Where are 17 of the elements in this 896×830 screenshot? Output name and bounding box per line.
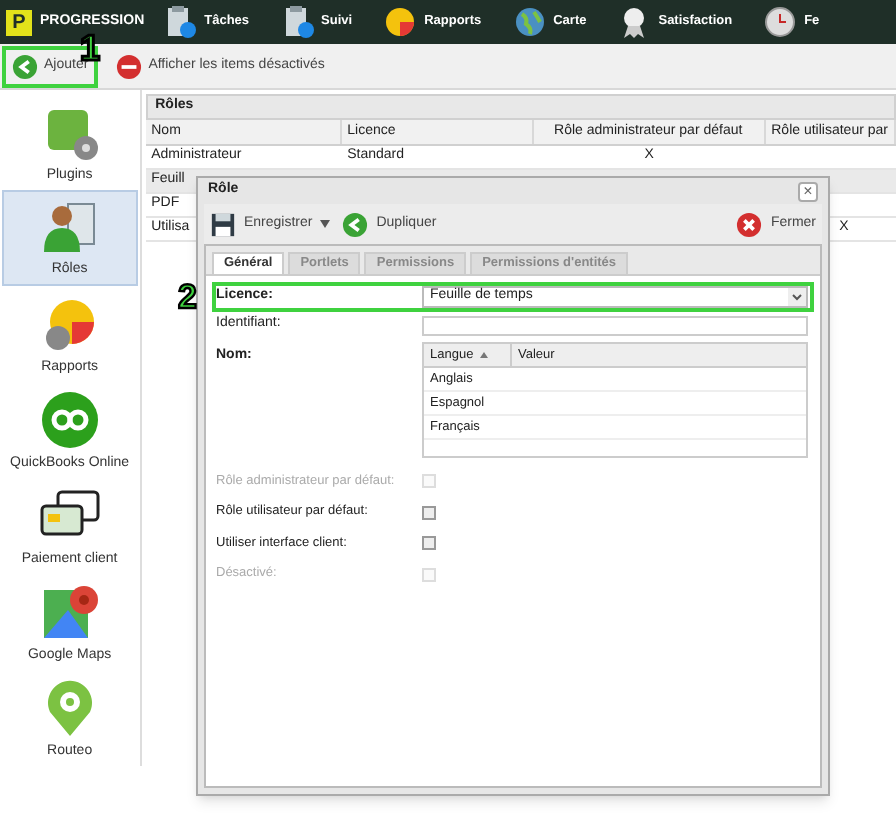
sort-arrow-icon: [479, 352, 488, 358]
clock-icon: [764, 6, 797, 38]
step-number: 2: [178, 280, 197, 314]
checkbox[interactable]: [422, 536, 436, 551]
close-button[interactable]: ×: [798, 181, 818, 201]
input-field[interactable]: [422, 315, 808, 335]
clipboard-icon: [281, 6, 314, 38]
dropdown-caret-icon: [788, 288, 806, 306]
logo-mark: P: [6, 9, 32, 35]
checkbox[interactable]: [422, 505, 436, 520]
map-pin-icon: [39, 581, 100, 641]
minus-circle-icon: [116, 53, 143, 79]
pie-chart-icon: [384, 6, 417, 38]
clipboard-icon: [164, 6, 197, 38]
close-icon: [736, 211, 763, 237]
globe-icon: [513, 6, 546, 38]
caret-icon: [320, 220, 331, 228]
